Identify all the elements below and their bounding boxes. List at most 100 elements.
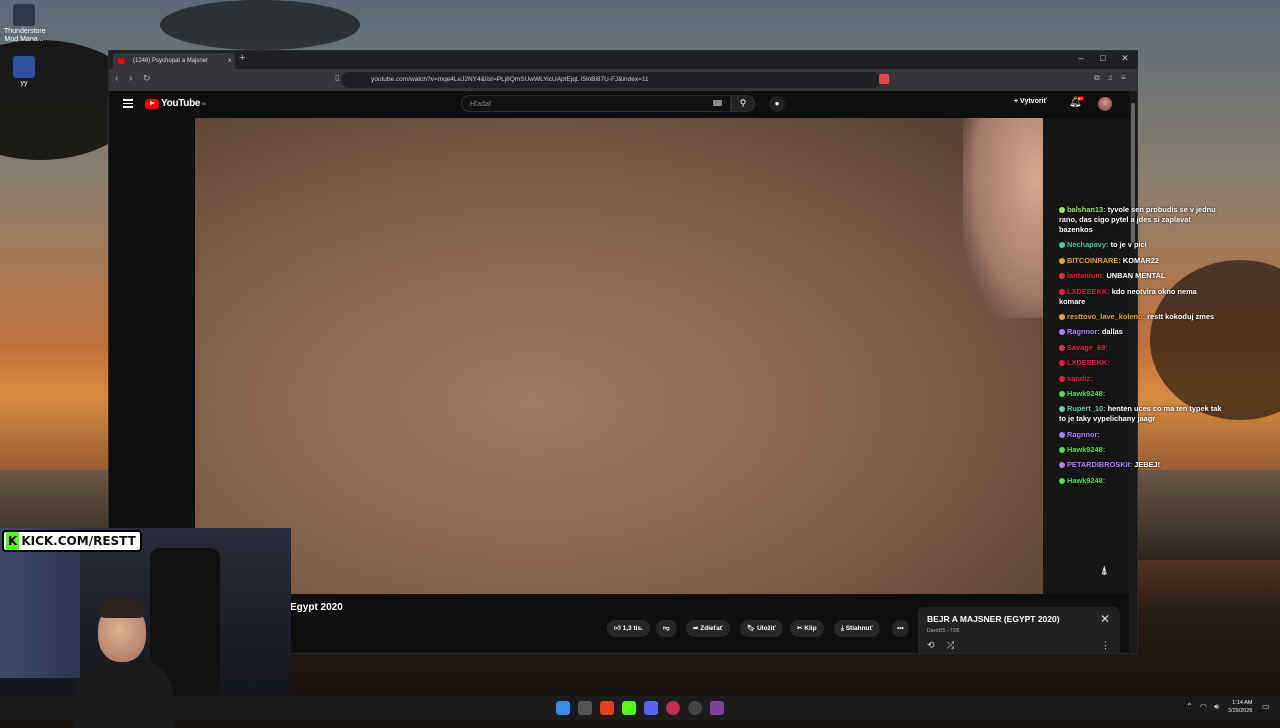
tab-close-icon[interactable]: × xyxy=(227,53,232,69)
url-field[interactable]: youtube.com/watch?v=mqe4LeJ2NY4&list=PLj… xyxy=(341,72,881,88)
task-view-icon[interactable] xyxy=(578,701,592,715)
keyboard-icon[interactable] xyxy=(713,100,722,106)
webcam-overlay xyxy=(0,528,291,728)
chat-message: BITCOINRARE: KOMAR22 xyxy=(1059,256,1224,266)
share-button[interactable]: ➦ Zdieľať xyxy=(686,620,730,637)
save-button[interactable]: 🔖︎ Uložiť xyxy=(740,620,783,637)
chat-message: PETARDIBROSKII: JEBEJ! xyxy=(1059,460,1224,470)
chat-badge-icon xyxy=(1059,431,1065,438)
chat-text: UNBAN MENTAL xyxy=(1106,271,1166,281)
chat-text: KOMAR22 xyxy=(1122,255,1159,265)
chat-text: to je v pici xyxy=(1110,240,1147,250)
brave-shield-icon[interactable] xyxy=(879,74,889,84)
search-input[interactable]: Hľadať xyxy=(461,95,731,112)
brave-icon[interactable] xyxy=(600,701,614,715)
forward-icon[interactable]: › xyxy=(129,73,132,84)
voice-search-button[interactable]: ● xyxy=(769,96,785,112)
chat-username: PETARDIBROSKII: xyxy=(1067,460,1133,470)
playlist-subtitle: David35 - 7/26 xyxy=(927,628,960,634)
dislike-button[interactable]: 👎︎ xyxy=(656,620,677,637)
chat-message: resttovo_lave_koleno: restt kokoduj zmes xyxy=(1059,312,1224,322)
desktop-icon-label: yy xyxy=(20,80,28,87)
address-bar-row: ‹ › ↻ ▯ youtube.com/watch?v=mqe4LeJ2NY4&… xyxy=(109,69,1137,91)
like-count: 1,3 tis. xyxy=(622,625,643,632)
more-actions-button[interactable]: ••• xyxy=(892,620,909,637)
browser-tab[interactable]: (1248) Psychopat a Majsner × xyxy=(113,53,235,69)
chat-message: Hawk9248: xyxy=(1059,445,1224,455)
back-icon[interactable]: ‹ xyxy=(115,73,118,84)
thumbs-up-icon: 👍︎ xyxy=(614,625,623,632)
save-label: Uložiť xyxy=(757,625,776,632)
media-icon[interactable]: ♫ xyxy=(1107,73,1113,82)
chat-badge-icon xyxy=(1059,360,1065,367)
maximize-button[interactable]: □ xyxy=(1093,53,1113,63)
chat-username: Ragnnor: xyxy=(1067,327,1100,337)
playlist-close-icon[interactable]: ✕ xyxy=(1100,612,1110,626)
discord-icon[interactable] xyxy=(644,701,658,715)
kick-text: KICK.COM/RESTT xyxy=(21,534,136,548)
extensions-icon[interactable]: ⧉ xyxy=(1094,73,1100,83)
notifications-icon[interactable]: ▭ xyxy=(1262,702,1270,711)
youtube-logo[interactable]: YouTube SK xyxy=(145,98,206,109)
avatar[interactable] xyxy=(1098,97,1112,111)
file-icon xyxy=(13,56,35,78)
desktop-icon-label: Thunderstore Mod Mana... xyxy=(4,28,46,43)
like-button[interactable]: 👍︎ 1,3 tis. xyxy=(607,620,650,637)
obs-icon[interactable] xyxy=(688,701,702,715)
tab-bar: (1248) Psychopat a Majsner × + – □ ✕ xyxy=(109,51,1137,69)
thumbs-down-icon: 👎︎ xyxy=(663,625,670,632)
clock[interactable]: 1:14 AM 3/29/2026 xyxy=(1228,699,1252,715)
volume-icon[interactable]: 🔊︎ xyxy=(1214,702,1219,712)
kick-logo-icon: K xyxy=(6,532,20,550)
playlist-more-icon[interactable]: ⋮ xyxy=(1101,640,1110,651)
twitch-icon[interactable] xyxy=(710,701,724,715)
hamburger-menu-icon[interactable] xyxy=(123,99,133,110)
chat-badge-icon xyxy=(1059,207,1065,213)
windows-start-icon[interactable] xyxy=(556,701,570,715)
loop-icon[interactable]: ⟲ xyxy=(927,640,935,651)
new-tab-button[interactable]: + xyxy=(239,52,245,64)
bookmark-icon[interactable]: ▯ xyxy=(335,73,339,82)
chat-badge-icon xyxy=(1059,313,1065,320)
video-player[interactable] xyxy=(195,118,1043,594)
chat-badge-icon xyxy=(1059,406,1065,413)
chat-username: Nechapavy: xyxy=(1067,240,1109,250)
menu-icon[interactable]: ≡ xyxy=(1121,73,1126,82)
shuffle-icon[interactable]: ⤮ xyxy=(947,640,954,651)
chat-username: LXDEEEKK: xyxy=(1067,286,1110,296)
chat-message: Ragnnor: dallas xyxy=(1059,327,1224,337)
youtube-header: YouTube SK Hľadať ⚲ ● + Vytvoriť 🔔︎ 9+ xyxy=(109,91,1129,117)
kick-app-icon[interactable] xyxy=(622,701,636,715)
chat-message: sandiz: xyxy=(1059,374,1224,384)
chat-username: Hawk9248: xyxy=(1067,388,1106,398)
minimize-button[interactable]: – xyxy=(1071,53,1091,63)
palm-top xyxy=(160,0,360,50)
notification-badge: 9+ xyxy=(1077,96,1084,101)
download-button[interactable]: ⤓ Stiahnuť xyxy=(834,620,880,637)
tray-chevron-icon[interactable]: ⌃ xyxy=(1186,702,1193,711)
desktop-icon-yy[interactable]: yy xyxy=(4,56,44,88)
wifi-icon[interactable]: ◠ xyxy=(1200,702,1207,711)
close-window-button[interactable]: ✕ xyxy=(1115,53,1135,64)
create-label: Vytvoriť xyxy=(1020,98,1047,105)
playlist-title: BEJR A MAJSNER (EGYPT 2020) xyxy=(927,614,1060,624)
chat-message: Nechapavy: to je v pici xyxy=(1059,240,1224,250)
chat-badge-icon xyxy=(1059,273,1065,280)
search-icon: ⚲ xyxy=(739,98,747,108)
reload-icon[interactable]: ↻ xyxy=(143,73,151,84)
chat-text: JEBEJ! xyxy=(1134,460,1161,470)
chat-badge-icon xyxy=(1059,477,1065,484)
chat-username: sandiz: xyxy=(1067,373,1093,383)
app-icon[interactable] xyxy=(666,701,680,715)
desktop-icon-thunderstore[interactable]: Thunderstore Mod Mana... xyxy=(4,4,46,44)
clip-button[interactable]: ✂ Klip xyxy=(790,620,824,637)
chat-username: Hawk9248: xyxy=(1067,445,1106,455)
search-button[interactable]: ⚲ xyxy=(731,95,755,112)
chat-username: balshan13: xyxy=(1067,205,1106,214)
chat-message: Ragnnor: xyxy=(1059,430,1224,440)
chat-message: LXDEEEKK: xyxy=(1059,358,1224,368)
chat-message: lantanium: UNBAN MENTAL xyxy=(1059,271,1224,281)
thunderstore-icon xyxy=(13,4,35,26)
chat-username: resttovo_lave_koleno: xyxy=(1067,311,1146,321)
create-button[interactable]: + Vytvoriť xyxy=(1014,98,1047,105)
